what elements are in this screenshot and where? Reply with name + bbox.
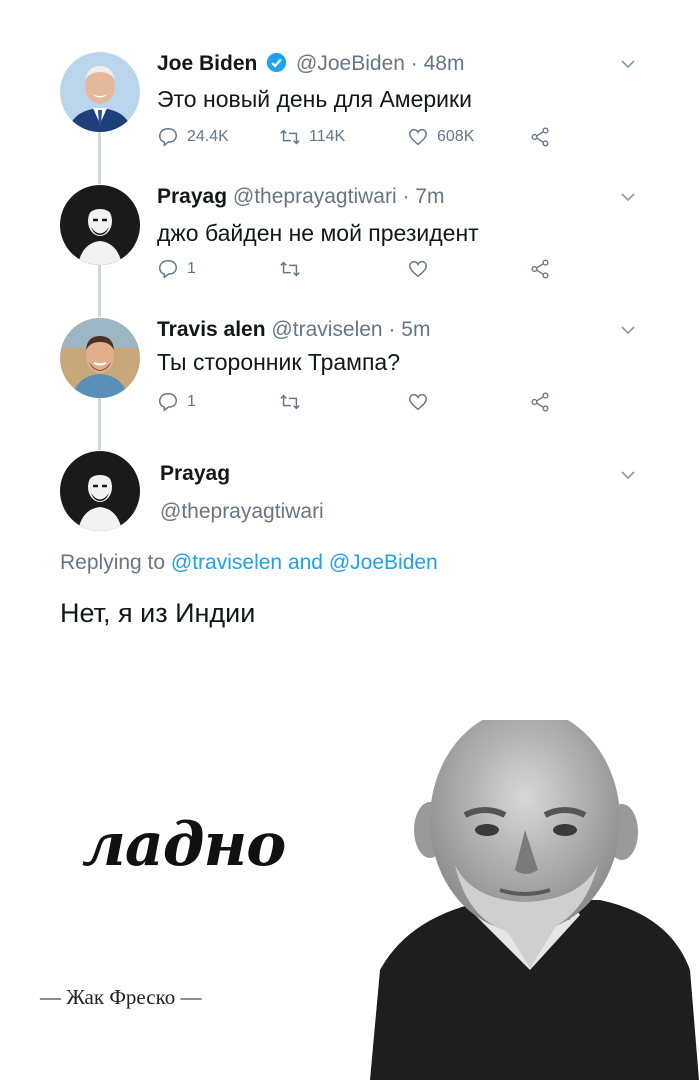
tweet-text: Это новый день для Америки [157, 86, 472, 112]
reply-icon [159, 260, 177, 279]
user-handle[interactable]: @JoeBiden · 48m [296, 52, 464, 75]
user-name[interactable]: Prayag [160, 462, 230, 485]
like-button[interactable] [407, 391, 437, 413]
heart-icon [409, 260, 427, 278]
heart-icon [409, 128, 427, 146]
like-button[interactable]: 608K [407, 126, 474, 148]
meme-signature: — Жак Фреско — [40, 985, 202, 1009]
reply-count: 1 [187, 260, 196, 277]
replying-to-line: Replying to @traviselen and @JoeBiden [60, 551, 438, 575]
avatar[interactable] [60, 451, 140, 531]
chevron-down-icon[interactable] [620, 467, 636, 483]
main-tweet-text: Нет, я из Индии [60, 598, 256, 628]
retweet-count: 114K [309, 128, 346, 145]
verified-badge-icon [267, 52, 287, 73]
chevron-down-icon[interactable] [620, 322, 636, 338]
heart-icon [409, 393, 427, 411]
tweet-text: Ты сторонник Трампа? [157, 349, 401, 375]
share-icon [531, 392, 549, 412]
meme-caption: ладно [82, 810, 286, 880]
reply-button[interactable]: 1 [157, 258, 196, 280]
like-count: 608K [437, 128, 475, 145]
user-name[interactable]: Prayag [157, 185, 227, 208]
reply-count: 24.4K [187, 128, 229, 145]
avatar[interactable] [60, 318, 140, 398]
tweet[interactable]: Travis alen @traviselen · 5m Ты сторонни… [0, 313, 699, 446]
retweet-icon [280, 129, 300, 145]
retweet-button[interactable]: 114K [279, 126, 345, 148]
retweet-icon [280, 394, 300, 410]
reply-count: 1 [187, 393, 196, 410]
tweet[interactable]: Prayag @theprayagtiwari · 7m джо байден … [0, 180, 699, 313]
user-handle[interactable]: @theprayagtiwari · 7m [233, 185, 445, 208]
share-icon [531, 127, 549, 147]
share-button[interactable] [529, 126, 551, 148]
chevron-down-icon[interactable] [620, 189, 636, 205]
tweet-text: джо байден не мой президент [157, 220, 479, 246]
chevron-down-icon[interactable] [620, 56, 636, 72]
reply-icon [159, 128, 177, 147]
user-handle[interactable]: @theprayagtiwari [160, 500, 324, 523]
share-icon [531, 259, 549, 279]
share-button[interactable] [529, 258, 551, 280]
replying-and: and [287, 551, 323, 574]
retweet-button[interactable] [279, 391, 309, 413]
portrait-image [370, 720, 699, 1080]
user-name[interactable]: Joe Biden [157, 52, 257, 75]
mention-link[interactable]: @traviselen [171, 551, 282, 574]
reply-button[interactable]: 1 [157, 391, 196, 413]
share-button[interactable] [529, 391, 551, 413]
mention-link[interactable]: @JoeBiden [329, 551, 438, 574]
reply-button[interactable]: 24.4K [157, 126, 229, 148]
user-handle[interactable]: @traviselen · 5m [271, 318, 430, 341]
retweet-icon [280, 261, 300, 277]
avatar[interactable] [60, 52, 140, 132]
user-name[interactable]: Travis alen [157, 318, 266, 341]
replying-to-prefix: Replying to [60, 551, 166, 574]
like-button[interactable] [407, 258, 437, 280]
reply-icon [159, 393, 177, 412]
tweet[interactable]: Joe Biden @JoeBiden · 48m Это новый день… [0, 0, 699, 180]
avatar[interactable] [60, 185, 140, 265]
retweet-button[interactable] [279, 258, 309, 280]
